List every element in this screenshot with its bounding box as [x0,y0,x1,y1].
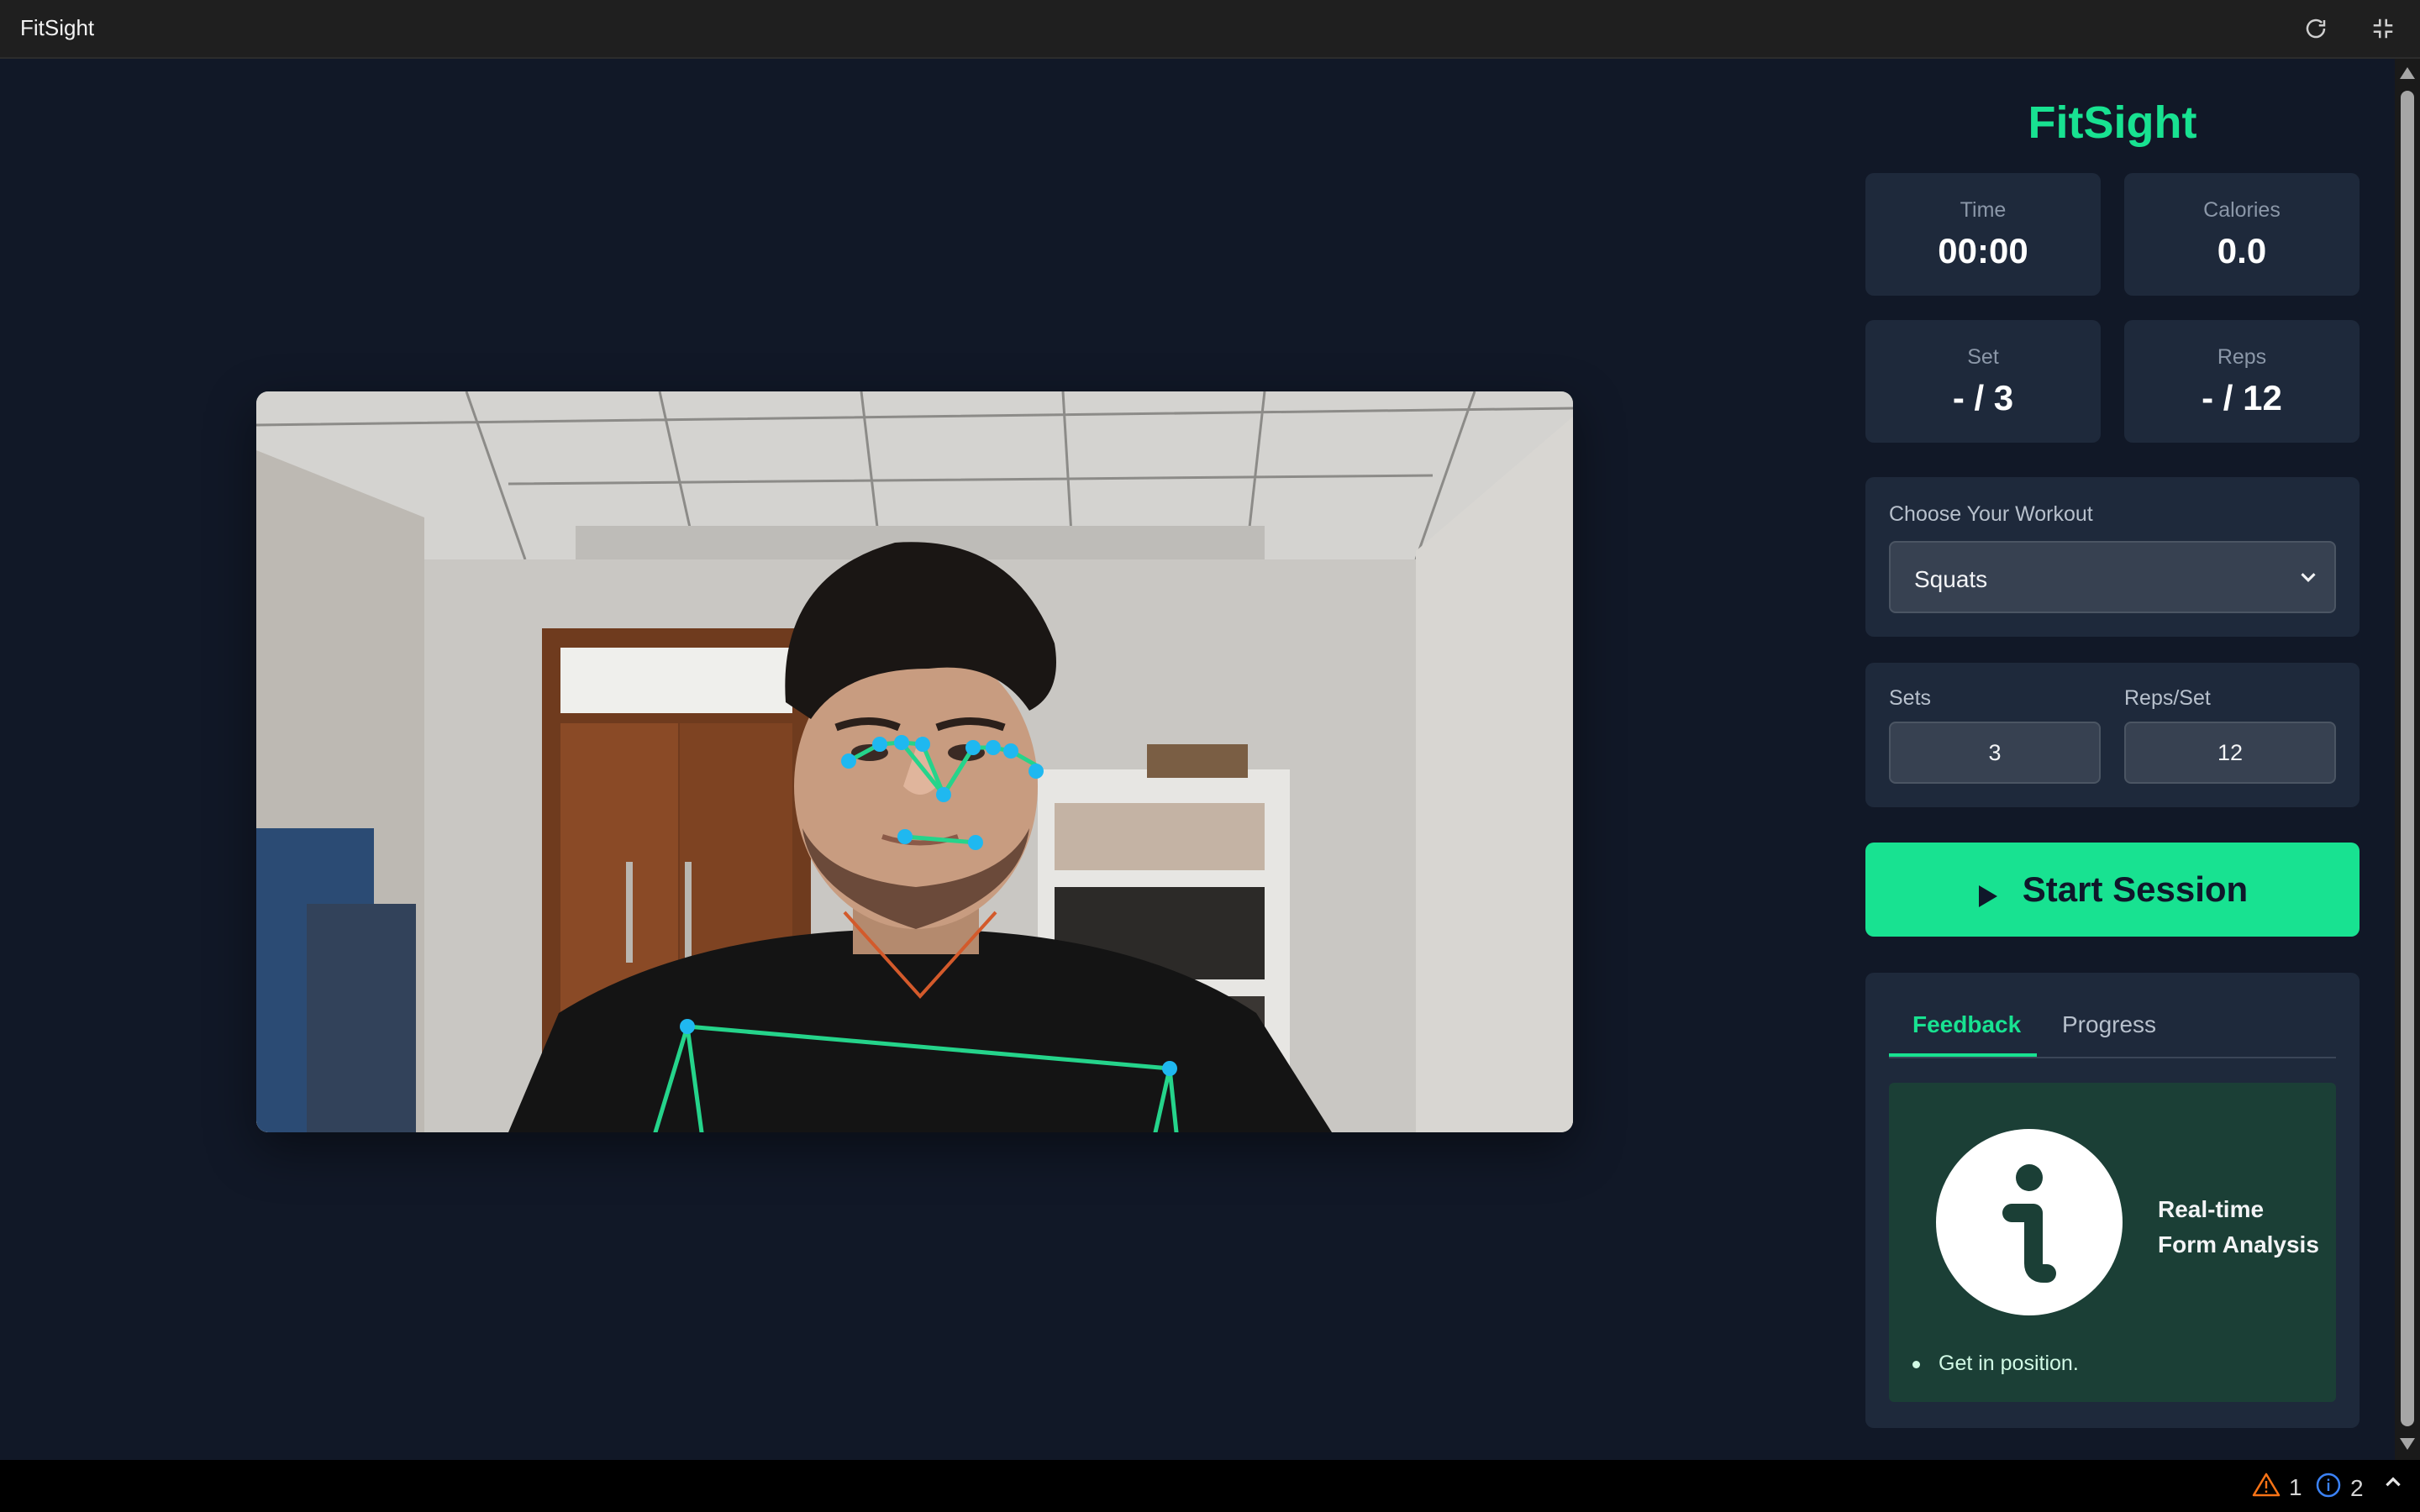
stat-reps: Reps - / 12 [2124,320,2360,443]
sets-label: Sets [1889,686,1932,710]
chevron-down-icon [2296,564,2321,590]
feedback-panel: Feedback Progress Real-time Form Analysi… [1865,973,2360,1428]
play-icon [1977,877,1999,907]
status-bar: 1 2 [0,1460,2420,1512]
scroll-thumb[interactable] [2401,91,2414,1426]
workout-select-value: Squats [1914,566,1988,592]
warning-icon [2252,1472,2281,1503]
scrollbar[interactable] [2395,59,2420,1460]
main-area: FitSight Time 00:00 Calories 0.0 Set - /… [0,59,2395,1460]
info-icon [1936,1129,2123,1315]
feedback-item-text: Get in position. [1939,1352,2079,1375]
workout-panel: Choose Your Workout Squats [1865,477,2360,637]
brand-title: FitSight [2028,97,2197,148]
feedback-list: Get in position. [1912,1352,2079,1376]
title-bar: FitSight [0,0,2420,59]
refresh-icon[interactable] [2299,12,2333,45]
stat-time-label: Time [1960,198,2007,222]
stat-set: Set - / 3 [1865,320,2101,443]
reps-per-set-label: Reps/Set [2124,686,2211,710]
tab-feedback[interactable]: Feedback [1912,1011,2021,1038]
feedback-title-line1: Real-time [2158,1196,2265,1222]
info-circle-icon [2315,1472,2342,1504]
stat-set-value: - / 3 [1952,378,2014,417]
warning-count: 1 [2289,1473,2302,1500]
start-session-button[interactable]: Start Session [1865,843,2360,937]
info-count: 2 [2350,1474,2364,1501]
active-tab-indicator [1889,1053,2037,1057]
webcam-feed [256,391,1573,1132]
stat-calories: Calories 0.0 [2124,173,2360,296]
workout-select[interactable]: Squats [1889,541,2336,613]
workout-label: Choose Your Workout [1889,502,2093,526]
info-indicator[interactable]: 2 [2315,1472,2364,1504]
feedback-box: Real-time Form Analysis Get in position. [1889,1083,2336,1402]
scroll-up-arrow-icon[interactable] [2400,67,2415,79]
scroll-down-arrow-icon[interactable] [2400,1438,2415,1450]
window-title: FitSight [20,15,95,40]
start-session-label: Start Session [2022,869,2249,909]
feedback-title-line2: Form Analysis [2158,1231,2319,1257]
stat-reps-value: - / 12 [2202,378,2282,417]
sets-input[interactable]: 3 [1889,722,2101,784]
exit-fullscreen-icon[interactable] [2366,12,2400,45]
stat-set-label: Set [1967,345,1999,369]
list-item: Get in position. [1912,1352,2079,1376]
stat-time: Time 00:00 [1865,173,2101,296]
bullet [1912,1360,1920,1368]
stat-calories-label: Calories [2203,198,2281,222]
stat-calories-value: 0.0 [2217,231,2267,270]
tab-bar: Feedback Progress [1889,973,2336,1058]
warnings-indicator[interactable]: 1 [2252,1472,2302,1503]
stat-reps-label: Reps [2217,345,2267,369]
config-panel: Sets Reps/Set 3 12 [1865,663,2360,807]
tab-progress[interactable]: Progress [2062,1011,2156,1038]
reps-per-set-input[interactable]: 12 [2124,722,2336,784]
chevron-up-icon[interactable] [2382,1472,2404,1494]
feedback-title: Real-time Form Analysis [2158,1192,2319,1263]
stat-time-value: 00:00 [1938,231,2028,270]
